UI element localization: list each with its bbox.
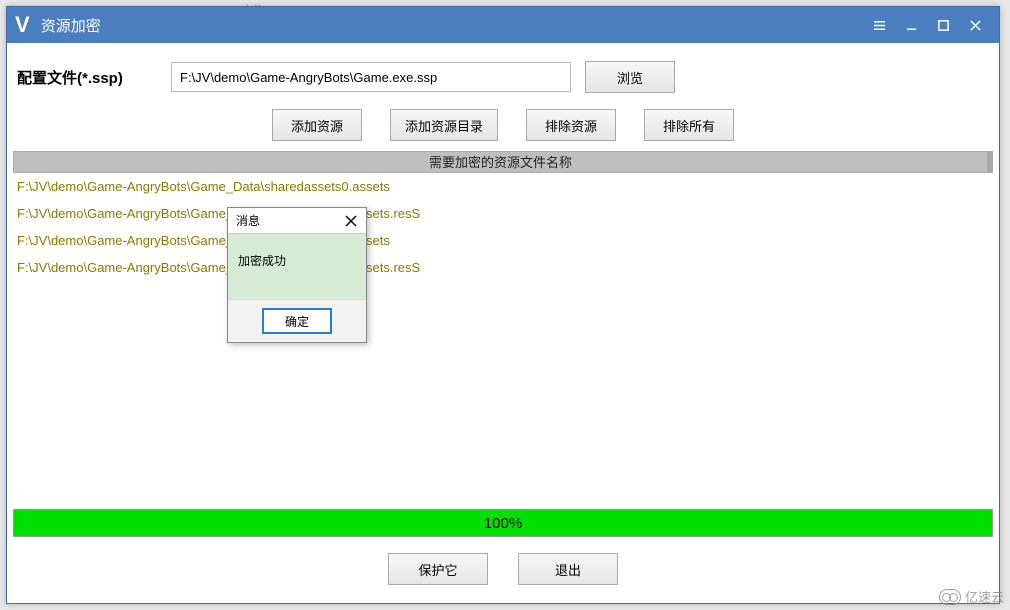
table-row[interactable]: F:\JV\demo\Game-AngryBots\Game_Data\shar… [13,227,993,254]
dialog-message: 加密成功 [238,254,286,268]
table-header: 需要加密的资源文件名称 [13,151,993,173]
message-dialog: 消息 加密成功 确定 [227,207,367,343]
maximize-icon[interactable] [927,12,959,38]
exclude-resource-button[interactable]: 排除资源 [526,109,616,141]
config-path-input[interactable] [171,62,571,92]
dialog-title-text: 消息 [236,212,260,229]
table-body[interactable]: F:\JV\demo\Game-AngryBots\Game_Data\shar… [13,173,993,503]
watermark: 亿速云 [939,587,1004,606]
watermark-text: 亿速云 [965,587,1004,606]
config-label: 配置文件(*.ssp) [17,67,157,88]
minimize-icon[interactable] [895,12,927,38]
add-resource-button[interactable]: 添加资源 [272,109,362,141]
table-row[interactable]: F:\JV\demo\Game-AngryBots\Game_Data\shar… [13,173,993,200]
content-area: 配置文件(*.ssp) 浏览 添加资源 添加资源目录 排除资源 排除所有 需要加… [7,43,999,603]
table-row[interactable]: F:\JV\demo\Game-AngryBots\Game_Data\shar… [13,200,993,227]
titlebar: V 资源加密 [7,7,999,43]
resource-table: 需要加密的资源文件名称 F:\JV\demo\Game-AngryBots\Ga… [13,151,993,503]
add-resource-dir-button[interactable]: 添加资源目录 [390,109,498,141]
main-window: V 资源加密 配置文件(*.ssp) 浏览 添加资源 添加资源目录 [6,6,1000,604]
action-row: 添加资源 添加资源目录 排除资源 排除所有 [7,105,999,151]
exclude-all-button[interactable]: 排除所有 [644,109,734,141]
dialog-close-icon[interactable] [340,211,362,231]
browse-button[interactable]: 浏览 [585,61,675,93]
dialog-footer: 确定 [228,299,366,342]
menu-icon[interactable] [863,12,895,38]
window-controls [863,12,991,38]
dialog-body: 加密成功 [228,234,366,299]
table-row[interactable]: F:\JV\demo\Game-AngryBots\Game_Data\shar… [13,254,993,281]
window-title: 资源加密 [41,15,863,36]
dialog-ok-button[interactable]: 确定 [262,308,332,334]
progress-bar: 100% [13,509,993,537]
config-row: 配置文件(*.ssp) 浏览 [7,43,999,105]
protect-button[interactable]: 保护它 [388,553,488,585]
close-icon[interactable] [959,12,991,38]
watermark-icon [939,589,961,605]
dialog-titlebar: 消息 [228,208,366,234]
footer-actions: 保护它 退出 [7,543,999,597]
app-logo: V [15,12,31,38]
exit-button[interactable]: 退出 [518,553,618,585]
progress-area: 100% [13,509,993,537]
